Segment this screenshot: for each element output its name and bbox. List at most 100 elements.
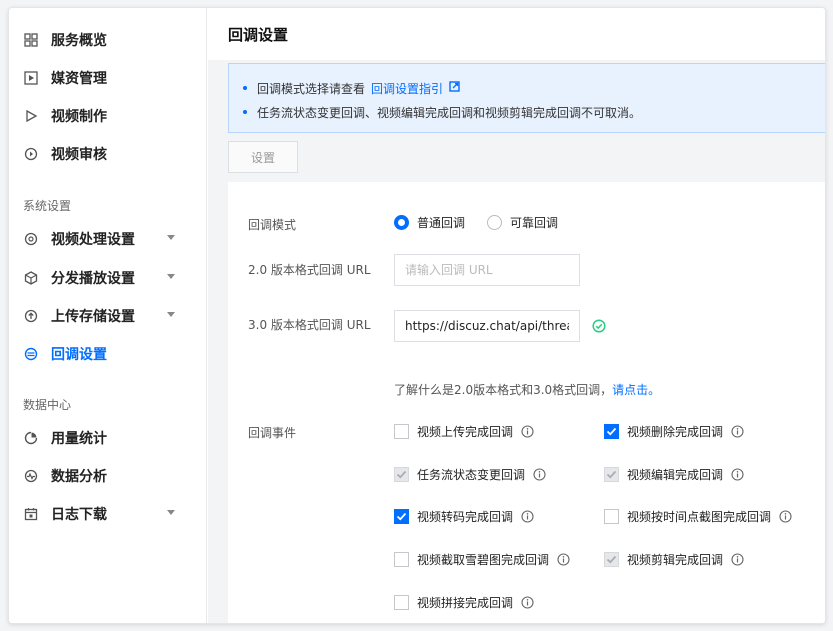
- grid-icon: [23, 32, 39, 48]
- info-icon[interactable]: [557, 553, 570, 566]
- checkbox-box: [604, 424, 619, 439]
- event-checkbox-clip: 视频剪辑完成回调: [604, 551, 744, 568]
- sidebar-item-overview[interactable]: 服务概览: [9, 21, 207, 59]
- sidebar-item-label: 视频处理设置: [51, 232, 135, 248]
- checkbox-label: 视频按时间点截图完成回调: [627, 510, 772, 524]
- cube-icon: [23, 270, 39, 286]
- checkbox-label: 视频剪辑完成回调: [627, 553, 724, 567]
- event-checkbox-sprite[interactable]: 视频截取雪碧图完成回调: [394, 551, 570, 568]
- bullet-icon: [243, 86, 247, 90]
- checkbox-box: [394, 509, 409, 524]
- sidebar-item-distribution[interactable]: 分发播放设置: [9, 259, 207, 297]
- sidebar-item-analytics[interactable]: 数据分析: [9, 457, 207, 495]
- sidebar-item-label: 数据分析: [51, 469, 107, 485]
- sidebar-item-production[interactable]: 视频制作: [9, 97, 207, 135]
- hint-text: 了解什么是2.0版本格式和3.0格式回调，: [394, 383, 613, 397]
- event-checkbox-transcode[interactable]: 视频转码完成回调: [394, 508, 534, 525]
- settings-button[interactable]: 设置: [228, 141, 298, 173]
- checkbox-label: 任务流状态变更回调: [417, 468, 526, 482]
- sidebar-item-label: 视频制作: [51, 109, 107, 125]
- notice-text: 任务流状态变更回调、视频编辑完成回调和视频剪辑完成回调不可取消。: [257, 105, 642, 120]
- sidebar-item-label: 视频审核: [51, 147, 107, 163]
- chevron-down-icon[interactable]: [167, 274, 175, 279]
- pulse-icon: [23, 468, 39, 484]
- section-label-system: 系统设置: [23, 199, 72, 213]
- checkbox-box: [604, 467, 619, 482]
- check-circle-icon: [592, 319, 606, 337]
- sidebar: 服务概览 媒资管理 视频制作 视频审核 系统设置 视频处理设置 分发播放设置 上…: [9, 8, 207, 623]
- sidebar-item-label: 回调设置: [51, 347, 107, 363]
- checkbox-label: 视频上传完成回调: [417, 425, 514, 439]
- info-icon[interactable]: [731, 425, 744, 438]
- sidebar-item-logs[interactable]: 日志下载: [9, 495, 207, 533]
- v3-url-input[interactable]: [394, 310, 580, 342]
- page-title: 回调设置: [228, 25, 289, 44]
- chevron-down-icon[interactable]: [167, 235, 175, 240]
- checkbox-box: [394, 467, 409, 482]
- info-icon[interactable]: [779, 510, 792, 523]
- radio-label: 普通回调: [417, 216, 466, 230]
- upload-icon: [23, 308, 39, 324]
- sidebar-item-usage[interactable]: 用量统计: [9, 419, 207, 457]
- sidebar-item-upload-storage[interactable]: 上传存储设置: [9, 297, 207, 335]
- event-checkbox-upload[interactable]: 视频上传完成回调: [394, 423, 534, 440]
- info-icon[interactable]: [521, 510, 534, 523]
- info-icon[interactable]: [731, 468, 744, 481]
- calendar-icon: [23, 506, 39, 522]
- chevron-down-icon[interactable]: [167, 510, 175, 515]
- callback-icon: [23, 346, 39, 362]
- app-window: 服务概览 媒资管理 视频制作 视频审核 系统设置 视频处理设置 分发播放设置 上…: [8, 7, 826, 624]
- sidebar-item-video-processing[interactable]: 视频处理设置: [9, 220, 207, 258]
- info-icon[interactable]: [521, 596, 534, 609]
- notice-text: 回调模式选择请查看: [257, 81, 366, 96]
- main-content: 回调设置 回调模式选择请查看 回调设置指引 任务流状态变更回调、视频编辑完成回调…: [208, 8, 825, 623]
- notice-banner: 回调模式选择请查看 回调设置指引 任务流状态变更回调、视频编辑完成回调和视频剪辑…: [228, 63, 825, 133]
- sidebar-item-review[interactable]: 视频审核: [9, 135, 207, 173]
- sidebar-item-callback[interactable]: 回调设置: [9, 335, 207, 373]
- radio-reliable-callback[interactable]: 可靠回调: [487, 214, 558, 231]
- review-icon: [23, 146, 39, 162]
- sidebar-item-label: 媒资管理: [51, 71, 107, 87]
- external-link-icon: [449, 81, 460, 95]
- play-icon: [23, 108, 39, 124]
- info-icon[interactable]: [521, 425, 534, 438]
- checkbox-label: 视频转码完成回调: [417, 510, 514, 524]
- radio-circle: [487, 215, 502, 230]
- process-icon: [23, 231, 39, 247]
- checkbox-label: 视频截取雪碧图完成回调: [417, 553, 550, 567]
- checkbox-box: [604, 552, 619, 567]
- events-label: 回调事件: [248, 426, 297, 440]
- bullet-icon: [243, 110, 247, 114]
- checkbox-label: 视频编辑完成回调: [627, 468, 724, 482]
- info-icon[interactable]: [533, 468, 546, 481]
- info-icon[interactable]: [731, 553, 744, 566]
- checkbox-box: [394, 424, 409, 439]
- sidebar-item-media[interactable]: 媒资管理: [9, 59, 207, 97]
- media-icon: [23, 70, 39, 86]
- radio-label: 可靠回调: [510, 216, 559, 230]
- event-checkbox-concat[interactable]: 视频拼接完成回调: [394, 594, 534, 611]
- sidebar-item-label: 日志下载: [51, 507, 107, 523]
- v3-url-label: 3.0 版本格式回调 URL: [248, 318, 371, 332]
- sidebar-item-label: 上传存储设置: [51, 309, 135, 325]
- checkbox-box: [394, 552, 409, 567]
- radio-circle: [394, 215, 409, 230]
- mode-label: 回调模式: [248, 218, 297, 232]
- event-checkbox-edit: 视频编辑完成回调: [604, 466, 744, 483]
- checkbox-box: [604, 509, 619, 524]
- hint-link[interactable]: 请点击。: [612, 383, 660, 397]
- radio-normal-callback[interactable]: 普通回调: [394, 214, 465, 231]
- event-checkbox-task-flow: 任务流状态变更回调: [394, 466, 546, 483]
- checkbox-label: 视频删除完成回调: [627, 425, 724, 439]
- v2-url-label: 2.0 版本格式回调 URL: [248, 263, 371, 277]
- checkbox-box: [394, 595, 409, 610]
- sidebar-item-label: 用量统计: [51, 431, 107, 447]
- event-checkbox-delete[interactable]: 视频删除完成回调: [604, 423, 744, 440]
- page-header: 回调设置: [208, 8, 825, 60]
- chevron-down-icon[interactable]: [167, 312, 175, 317]
- v2-url-input[interactable]: [394, 254, 580, 286]
- notice-line-1: 回调模式选择请查看 回调设置指引: [243, 76, 825, 100]
- checkbox-label: 视频拼接完成回调: [417, 596, 514, 610]
- callback-guide-link[interactable]: 回调设置指引: [371, 80, 460, 97]
- event-checkbox-time-snapshot[interactable]: 视频按时间点截图完成回调: [604, 508, 792, 525]
